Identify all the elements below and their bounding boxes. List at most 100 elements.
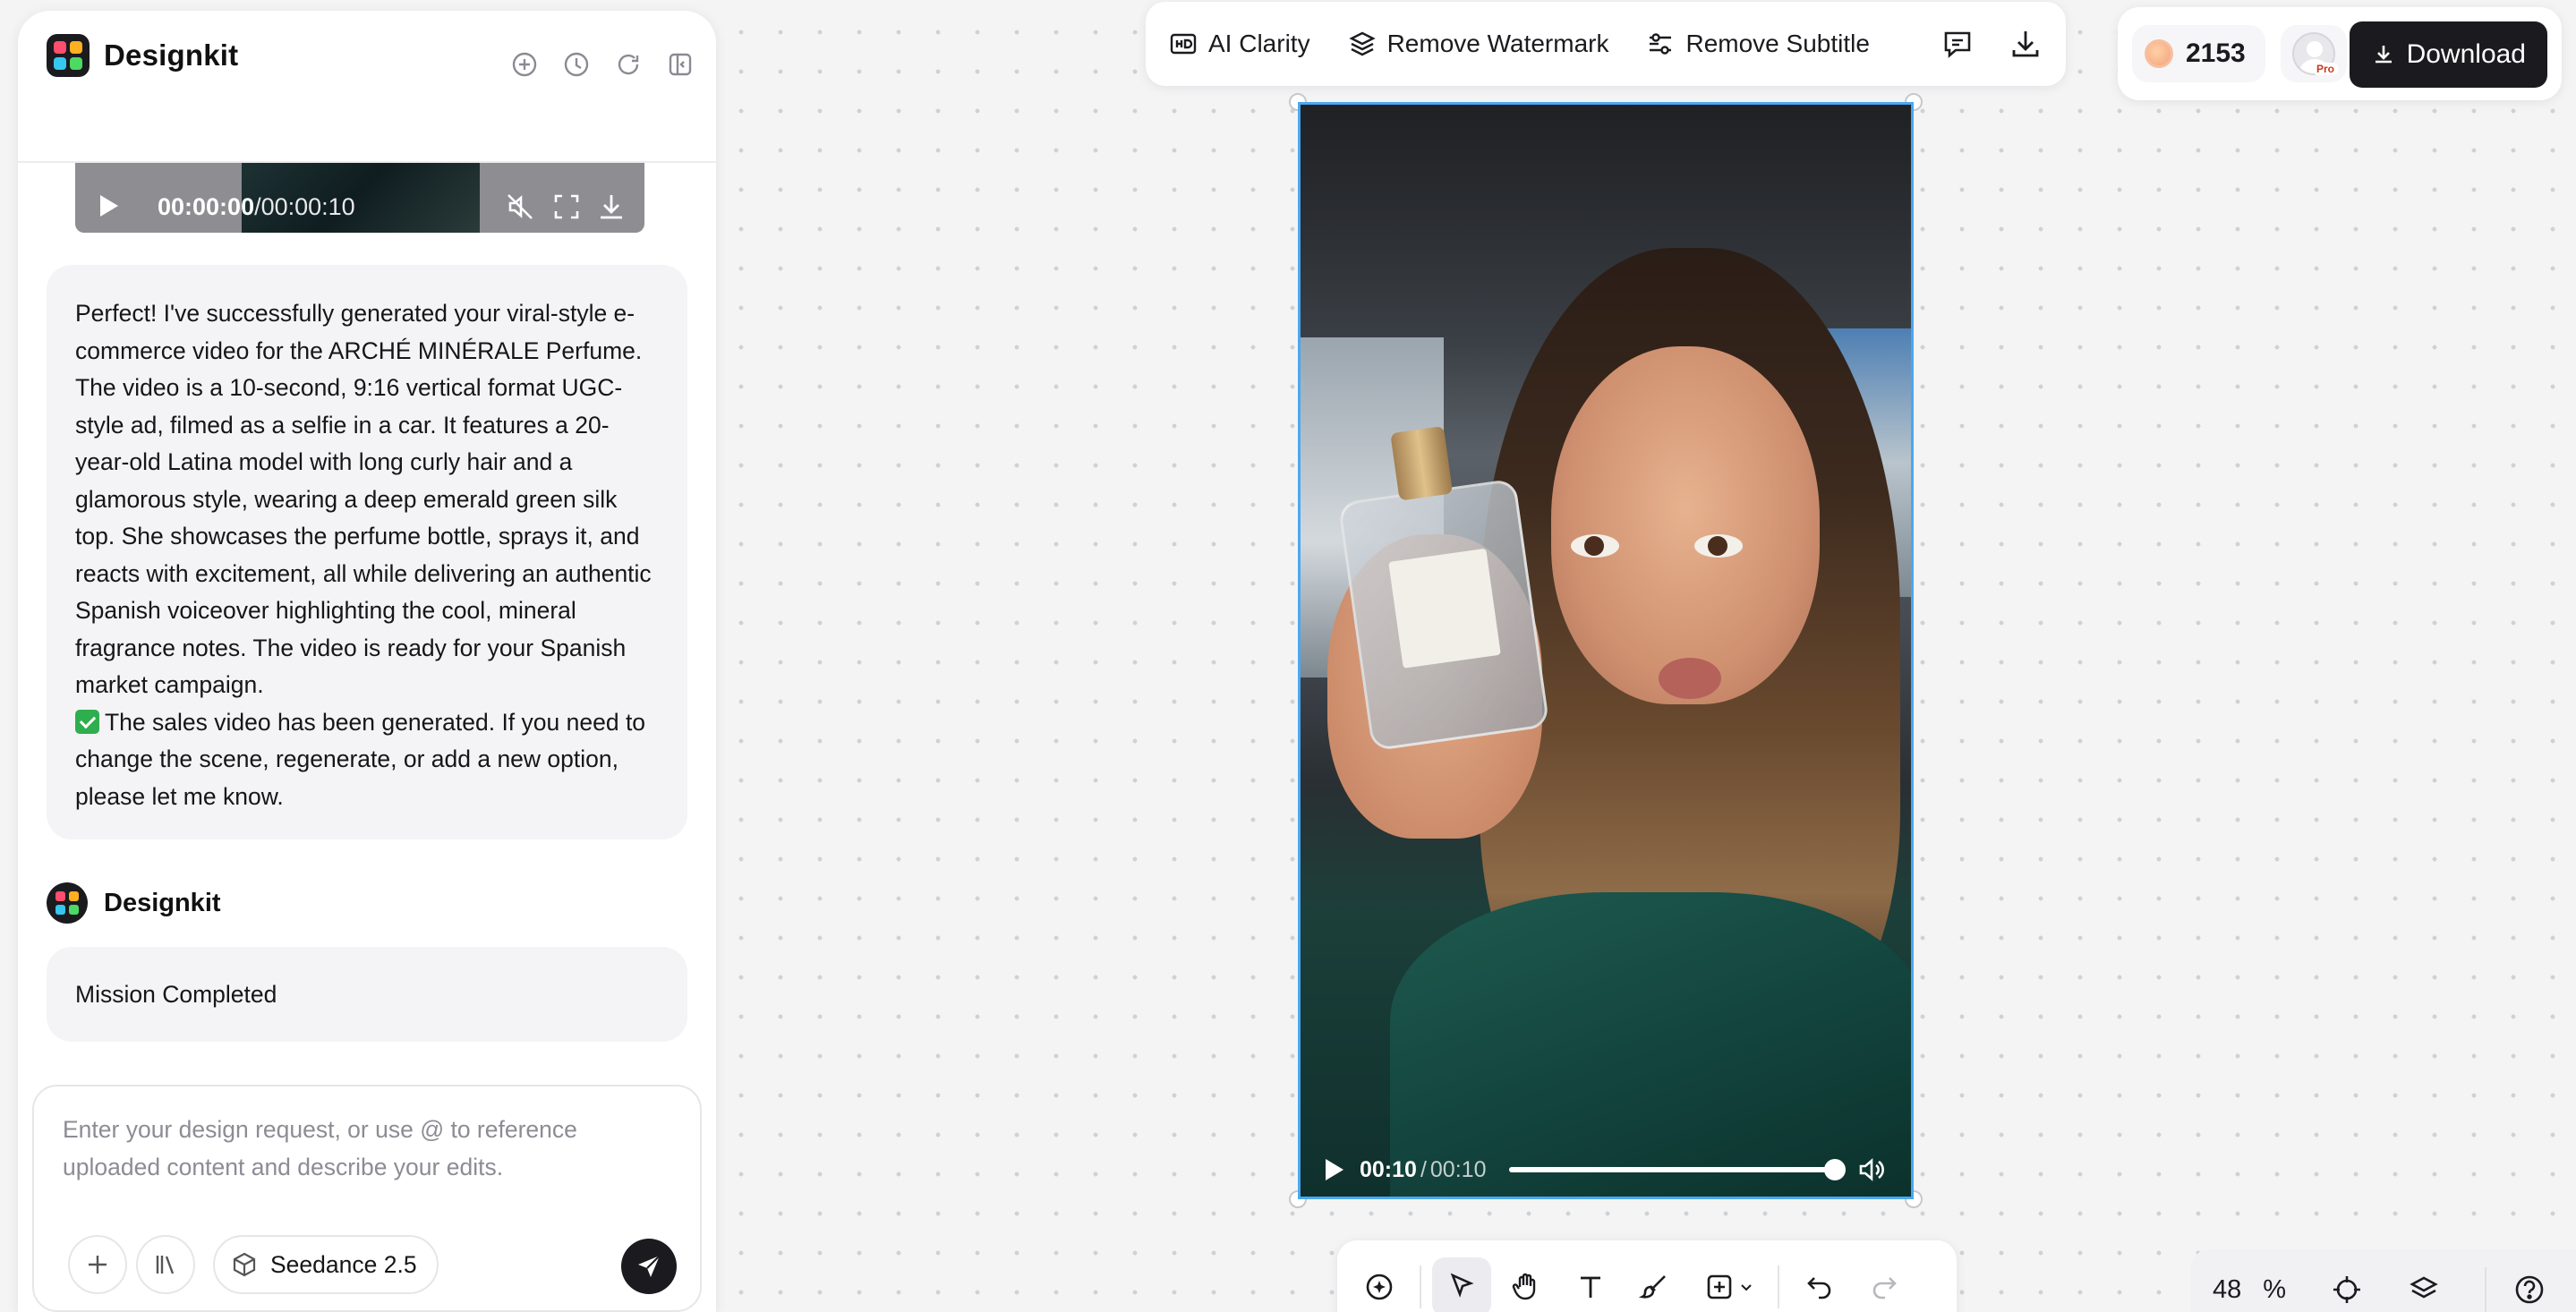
user-avatar[interactable]: Pro	[2281, 25, 2347, 82]
brand: Designkit	[47, 34, 238, 77]
download-icon[interactable]	[596, 192, 627, 222]
fit-to-screen-icon[interactable]	[2331, 1274, 2363, 1306]
play-icon[interactable]	[93, 192, 122, 220]
ai-clarity-button[interactable]: AI Clarity	[1169, 30, 1310, 58]
zoom-unit: %	[2263, 1274, 2287, 1304]
video-toolbar: AI Clarity Remove Watermark Remove Subti…	[1146, 2, 2066, 86]
credits-value: 2153	[2186, 38, 2246, 68]
redo-button[interactable]	[1855, 1257, 1914, 1312]
subject-face	[1551, 346, 1820, 704]
send-icon	[638, 1255, 661, 1277]
download-button[interactable]: Download	[2349, 21, 2547, 88]
status-text: The sales video has been generated. If y…	[75, 708, 646, 810]
zoom-divider	[2485, 1267, 2487, 1312]
hand-icon	[1512, 1273, 1536, 1300]
undo-button[interactable]	[1790, 1257, 1849, 1312]
preview-time: 00:00:00/00:00:10	[158, 193, 355, 221]
refresh-icon[interactable]	[614, 50, 643, 79]
ai-clarity-label: AI Clarity	[1208, 30, 1310, 57]
layers-panel-icon[interactable]	[2408, 1274, 2440, 1306]
message-sender: Designkit	[47, 882, 221, 924]
coin-icon	[2145, 39, 2173, 68]
remove-subtitle-label: Remove Subtitle	[1685, 30, 1870, 57]
history-icon[interactable]	[562, 50, 591, 79]
toolbar-download-icon[interactable]	[2008, 26, 2043, 62]
volume-icon[interactable]	[1856, 1154, 1887, 1185]
zoom-value[interactable]: 48	[2213, 1275, 2241, 1305]
cursor-icon	[1450, 1273, 1474, 1298]
perfume-bottle	[1337, 425, 1550, 752]
subject-eye-left	[1571, 534, 1619, 558]
subject-eye-right	[1694, 534, 1743, 558]
preview-duration: /00:00:10	[254, 193, 355, 220]
video-canvas[interactable]: 00:10 / 00:10	[1298, 102, 1914, 1199]
completion-message: Mission Completed	[47, 947, 687, 1042]
library-button[interactable]	[136, 1235, 195, 1294]
canvas-tools	[1337, 1240, 1957, 1312]
prompt-input[interactable]: Enter your design request, or use @ to r…	[63, 1112, 671, 1186]
help-icon[interactable]	[2513, 1274, 2546, 1306]
collapse-panel-icon[interactable]	[666, 50, 695, 79]
add-attachment-button[interactable]	[68, 1235, 127, 1294]
account-bar: 2153 Pro Download	[2118, 7, 2562, 100]
remove-watermark-button[interactable]: Remove Watermark	[1348, 30, 1609, 58]
credits-display[interactable]: 2153	[2132, 25, 2265, 82]
text-tool[interactable]	[1561, 1257, 1620, 1312]
subject-lips	[1659, 658, 1721, 699]
redo-icon	[1872, 1277, 1897, 1299]
bottle-label	[1388, 548, 1501, 669]
bottle-cap	[1390, 425, 1454, 501]
brush-icon	[1639, 1275, 1666, 1299]
remove-watermark-label: Remove Watermark	[1386, 30, 1609, 57]
panel-header: Designkit	[18, 11, 716, 163]
chevron-down-icon	[1741, 1284, 1752, 1291]
video-duration: 00:10	[1429, 1156, 1487, 1182]
hand-tool[interactable]	[1497, 1257, 1556, 1312]
comment-icon[interactable]	[1940, 26, 1975, 62]
download-button-icon	[2371, 42, 2396, 67]
cube-icon	[233, 1252, 256, 1277]
video-progress-bar[interactable]	[1509, 1159, 1847, 1180]
brand-name: Designkit	[104, 38, 239, 72]
video-current-time: 00:10	[1360, 1156, 1417, 1182]
model-label: Seedance 2.5	[270, 1250, 417, 1278]
remove-subtitle-button[interactable]: Remove Subtitle	[1646, 30, 1870, 58]
add-shape-icon	[1707, 1274, 1732, 1299]
pro-badge: Pro	[2313, 63, 2339, 75]
layers-icon	[1348, 30, 1377, 58]
plus-icon	[89, 1256, 107, 1274]
tools-divider	[1420, 1265, 1421, 1308]
send-button[interactable]	[621, 1239, 677, 1294]
download-label: Download	[2406, 39, 2526, 69]
composer: Enter your design request, or use @ to r…	[32, 1085, 702, 1312]
select-tool[interactable]	[1432, 1257, 1491, 1312]
text-icon	[1581, 1276, 1600, 1298]
time-separator: /	[1420, 1156, 1427, 1182]
sliders-icon	[1646, 30, 1675, 58]
progress-fill	[1509, 1167, 1836, 1172]
insert-tool[interactable]	[1690, 1257, 1767, 1312]
preview-current-time: 00:00:00	[158, 193, 255, 220]
message-status: The sales video has been generated. If y…	[75, 704, 659, 816]
ai-add-icon	[1366, 1274, 1393, 1300]
chat-panel: Designkit 00:00:00/00:00:10 Perfect! I'v…	[18, 11, 716, 1312]
mute-icon[interactable]	[505, 192, 535, 222]
tools-divider-2	[1778, 1265, 1779, 1308]
header-actions	[510, 50, 695, 79]
video-controls: 00:10 / 00:10	[1301, 1143, 1911, 1197]
video-play-icon[interactable]	[1320, 1156, 1347, 1183]
zoom-controls: 48 %	[2191, 1249, 2576, 1312]
progress-knob[interactable]	[1824, 1159, 1847, 1180]
undo-icon	[1807, 1277, 1831, 1299]
model-selector[interactable]: Seedance 2.5	[213, 1235, 439, 1294]
ai-add-tool[interactable]	[1350, 1257, 1409, 1312]
fullscreen-icon[interactable]	[551, 192, 582, 222]
check-icon	[75, 709, 99, 734]
message-text: Perfect! I've successfully generated you…	[75, 300, 652, 698]
library-icon	[156, 1256, 175, 1274]
new-chat-icon[interactable]	[510, 50, 539, 79]
assistant-message: Perfect! I've successfully generated you…	[47, 265, 687, 839]
designkit-logo-icon	[47, 34, 90, 77]
sender-avatar-icon	[47, 882, 88, 924]
brush-tool[interactable]	[1625, 1257, 1685, 1312]
